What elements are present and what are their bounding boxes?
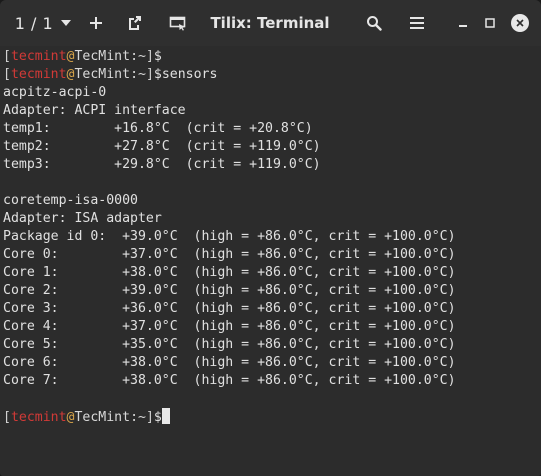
output-line: Package id 0: +39.0°C (high = +86.0°C, c…	[3, 229, 456, 244]
terminal-area[interactable]: [tecmint@TecMint:~]$ [tecmint@TecMint:~]…	[0, 46, 541, 476]
prompt-host: TecMint	[74, 410, 131, 425]
detach-terminal-button[interactable]	[122, 0, 146, 46]
minimize-icon	[459, 25, 467, 27]
maximize-icon	[485, 18, 495, 28]
output-line: Core 5: +35.0°C (high = +86.0°C, crit = …	[3, 337, 456, 352]
output-line: coretemp-isa-0000	[3, 193, 138, 208]
close-button[interactable]	[508, 0, 532, 46]
session-switcher-button[interactable]: 1 / 1	[10, 0, 76, 46]
prompt-user: tecmint	[10, 410, 67, 425]
minimize-button[interactable]	[453, 0, 473, 46]
plus-icon	[90, 17, 102, 29]
search-icon	[367, 16, 382, 31]
text-cursor	[161, 408, 170, 424]
sync-input-button[interactable]	[164, 0, 192, 46]
close-icon	[511, 14, 529, 32]
prompt-bracket: [	[3, 49, 11, 64]
output-line: temp1: +16.8°C (crit = +20.8°C)	[3, 121, 313, 136]
output-line: temp3: +29.8°C (crit = +119.0°C)	[3, 157, 321, 172]
output-line: Core 0: +37.0°C (high = +86.0°C, crit = …	[3, 247, 456, 262]
prompt-dollar: $	[153, 410, 162, 425]
prompt-line: [tecmint@TecMint:~]$	[3, 48, 162, 66]
output-line: Core 7: +38.0°C (high = +86.0°C, crit = …	[3, 373, 456, 388]
prompt-dollar: $	[153, 67, 162, 82]
output-line: Adapter: ACPI interface	[3, 103, 186, 118]
prompt-line: [tecmint@TecMint:~]$	[3, 408, 170, 426]
output-line: Core 4: +37.0°C (high = +86.0°C, crit = …	[3, 319, 456, 334]
prompt-user: tecmint	[10, 49, 67, 64]
detach-icon	[129, 16, 141, 30]
prompt-bracket: ]	[145, 67, 154, 82]
prompt-dollar: $	[153, 49, 162, 64]
chevron-down-icon	[61, 20, 72, 26]
output-line: Adapter: ISA adapter	[3, 211, 162, 226]
sync-input-icon	[169, 16, 186, 31]
prompt-bracket: [	[3, 410, 11, 425]
prompt-bracket: ]	[145, 410, 154, 425]
prompt-host: TecMint	[74, 49, 131, 64]
prompt-host: TecMint	[74, 67, 131, 82]
maximize-button[interactable]	[480, 0, 500, 46]
output-line: Core 1: +38.0°C (high = +86.0°C, crit = …	[3, 265, 456, 280]
prompt-bracket: ]	[145, 49, 154, 64]
terminal-window: 1 / 1 Tilix: Terminal [tecmint@TecMint:~…	[0, 0, 541, 476]
output-line: acpitz-acpi-0	[3, 85, 107, 100]
output-line: temp2: +27.8°C (crit = +119.0°C)	[3, 139, 321, 154]
prompt-path: :~	[130, 49, 146, 64]
output-line: Core 6: +38.0°C (high = +86.0°C, crit = …	[3, 355, 456, 370]
hamburger-menu-icon	[410, 17, 424, 29]
prompt-path: :~	[130, 410, 146, 425]
menu-button[interactable]	[405, 0, 429, 46]
window-title: Tilix: Terminal	[210, 14, 330, 32]
titlebar: 1 / 1 Tilix: Terminal	[0, 0, 541, 46]
prompt-line: [tecmint@TecMint:~]$sensors	[3, 66, 217, 84]
session-count: 1 / 1	[14, 13, 54, 33]
output-line: Core 3: +36.0°C (high = +86.0°C, crit = …	[3, 301, 456, 316]
output-line: Core 2: +39.0°C (high = +86.0°C, crit = …	[3, 283, 456, 298]
prompt-user: tecmint	[10, 67, 67, 82]
search-button[interactable]	[362, 0, 386, 46]
prompt-path: :~	[130, 67, 146, 82]
command-text: sensors	[161, 67, 218, 82]
add-terminal-button[interactable]	[84, 0, 108, 46]
prompt-bracket: [	[3, 67, 11, 82]
